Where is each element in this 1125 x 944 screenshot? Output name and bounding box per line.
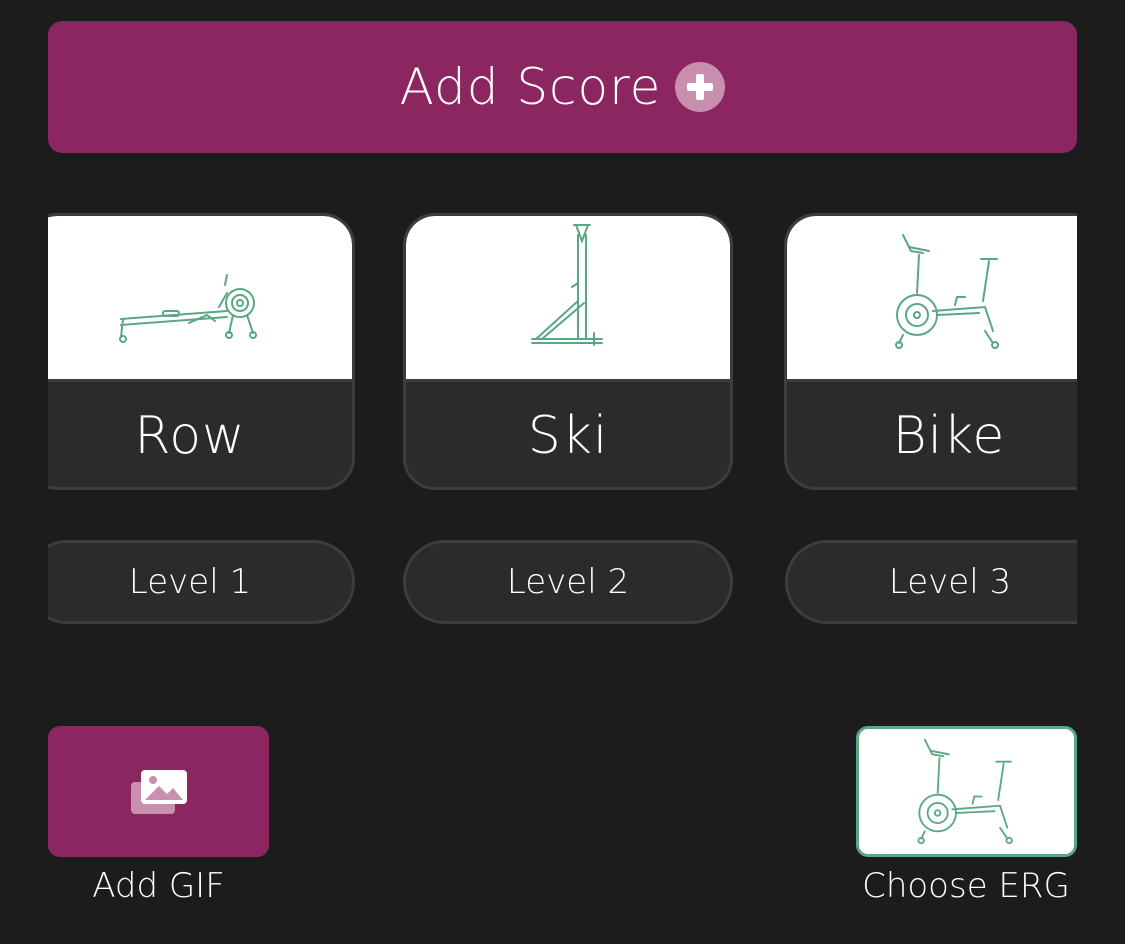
erg-card-image bbox=[787, 216, 1077, 382]
erg-score-screen: Add Score Row Ski Bike Level 1 Level 2 L… bbox=[0, 0, 1125, 944]
choose-erg-button[interactable] bbox=[856, 726, 1077, 857]
images-icon bbox=[130, 769, 187, 814]
erg-carousel[interactable]: Row Ski Bike Level 1 Level 2 Level 3 bbox=[48, 210, 1077, 650]
air-bike-icon bbox=[917, 738, 1013, 845]
air-bike-icon bbox=[895, 234, 999, 349]
erg-card-label: Ski bbox=[527, 406, 609, 466]
erg-card-image bbox=[48, 216, 352, 382]
add-gif-label: Add GIF bbox=[92, 866, 225, 906]
erg-card-row[interactable]: Row bbox=[48, 213, 355, 490]
choose-erg-label: Choose ERG bbox=[862, 866, 1070, 906]
add-score-button[interactable]: Add Score bbox=[48, 21, 1077, 153]
add-score-label: Add Score bbox=[399, 58, 662, 116]
ski-erg-icon bbox=[531, 224, 603, 346]
add-gif-button[interactable] bbox=[48, 726, 269, 857]
level-pill-3[interactable]: Level 3 bbox=[785, 540, 1077, 624]
erg-card-ski[interactable]: Ski bbox=[403, 213, 733, 490]
rower-icon bbox=[119, 274, 257, 343]
level-pill-2[interactable]: Level 2 bbox=[403, 540, 733, 624]
level-pill-1[interactable]: Level 1 bbox=[48, 540, 355, 624]
plus-circle-icon bbox=[675, 62, 726, 112]
erg-card-label: Bike bbox=[892, 406, 1006, 466]
erg-card-label: Row bbox=[134, 406, 246, 466]
erg-card-bike[interactable]: Bike bbox=[784, 213, 1077, 490]
erg-card-image bbox=[406, 216, 730, 382]
